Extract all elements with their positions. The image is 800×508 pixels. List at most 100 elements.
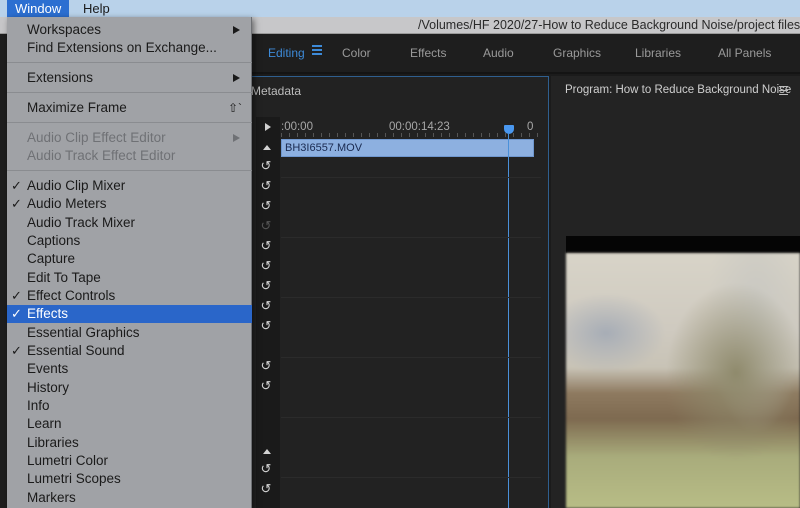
ruler-ticks: [281, 133, 541, 137]
menu-item-effects[interactable]: ✓ Effects: [7, 305, 252, 323]
clip-name: BH3I6557.MOV: [285, 142, 363, 154]
workspace-tab-editing[interactable]: Editing: [268, 46, 305, 60]
program-monitor: Program: How to Reduce Background Noise: [551, 76, 800, 508]
checkmark-icon: ✓: [11, 306, 22, 321]
reset-icon[interactable]: ↺: [259, 199, 273, 213]
reset-icon[interactable]: ↺: [259, 159, 273, 173]
menu-item-extensions[interactable]: Extensions: [7, 69, 252, 87]
menu-item-label: Lumetri Scopes: [27, 471, 121, 486]
menu-item-capture[interactable]: Capture: [7, 250, 252, 268]
menu-item-label: Effects: [27, 306, 69, 321]
menu-item-history[interactable]: History: [7, 379, 252, 397]
timeline-panel: Metadata :00:00 00:00:14:23 0 BH3I6557.M…: [250, 76, 549, 508]
reset-icon[interactable]: ↺: [259, 239, 273, 253]
collapse-triangle-icon[interactable]: [263, 449, 271, 454]
menu-item-maximize-frame[interactable]: Maximize Frame ⇧`: [7, 99, 252, 117]
menu-item-effect-controls[interactable]: ✓ Effect Controls: [7, 287, 252, 305]
menu-item-label: Info: [27, 398, 50, 413]
program-monitor-title[interactable]: Program: How to Reduce Background Noise: [565, 84, 791, 96]
reset-icon[interactable]: ↺: [259, 299, 273, 313]
menu-item-label: Captions: [27, 233, 81, 248]
menu-item-label: Audio Clip Effect Editor: [27, 130, 166, 145]
workspace-tab-color[interactable]: Color: [342, 46, 371, 60]
track-divider: [281, 477, 541, 478]
track-divider: [281, 177, 541, 178]
track-divider: [281, 417, 541, 418]
track-divider: [281, 357, 541, 358]
submenu-arrow-icon: [233, 134, 240, 142]
menu-separator: [7, 62, 252, 63]
menu-item-essential-graphics[interactable]: Essential Graphics: [7, 324, 252, 342]
collapse-triangle-icon[interactable]: [263, 145, 271, 150]
menu-item-label: Extensions: [27, 70, 94, 85]
hamburger-icon[interactable]: [312, 45, 322, 55]
workspace-tab-graphics[interactable]: Graphics: [553, 46, 601, 60]
menu-shortcut: ⇧`: [227, 101, 242, 115]
menu-item-label: History: [27, 380, 70, 395]
menu-item-label: Workspaces: [27, 22, 102, 37]
workspace-tab-effects[interactable]: Effects: [410, 46, 446, 60]
menu-separator: [7, 122, 252, 123]
reset-icon[interactable]: ↺: [259, 462, 273, 476]
workspace-tab-all-panels[interactable]: All Panels: [718, 46, 771, 60]
menu-item-label: Audio Meters: [27, 196, 107, 211]
menu-item-label: Events: [27, 361, 69, 376]
premiere-window: Window Help /Volumes/HF 2020/27-How to R…: [0, 0, 800, 508]
timecode-start: :00:00: [281, 121, 313, 133]
menu-item-label: Markers: [27, 490, 76, 505]
menu-item-lumetri-color[interactable]: Lumetri Color: [7, 452, 252, 470]
play-arrow-icon[interactable]: [265, 123, 271, 131]
reset-icon[interactable]: ↺: [259, 359, 273, 373]
checkmark-icon: ✓: [11, 196, 22, 211]
menu-item-learn[interactable]: Learn: [7, 415, 252, 433]
menu-item-libraries[interactable]: Libraries: [7, 434, 252, 452]
submenu-arrow-icon: [233, 26, 240, 34]
menu-item-label: Audio Clip Mixer: [27, 178, 126, 193]
timeline-clip[interactable]: BH3I6557.MOV: [281, 139, 534, 157]
menu-item-label: Capture: [27, 251, 76, 266]
hamburger-icon[interactable]: [779, 86, 788, 98]
menu-item-markers[interactable]: Markers: [7, 489, 252, 507]
reset-icon[interactable]: ↺: [259, 379, 273, 393]
menu-item-label: Maximize Frame: [27, 100, 127, 115]
workspace-tab-libraries[interactable]: Libraries: [635, 46, 681, 60]
menu-help[interactable]: Help: [75, 0, 118, 17]
submenu-arrow-icon: [233, 74, 240, 82]
menu-item-label: Audio Track Mixer: [27, 215, 136, 230]
menu-item-captions[interactable]: Captions: [7, 232, 252, 250]
panel-tab-metadata[interactable]: Metadata: [251, 84, 301, 98]
menu-item-label: Edit To Tape: [27, 270, 101, 285]
menu-item-label: Audio Track Effect Editor: [27, 148, 176, 163]
menu-item-audio-clip-mixer[interactable]: ✓ Audio Clip Mixer: [7, 177, 252, 195]
window-menu-dropdown: Workspaces Find Extensions on Exchange..…: [7, 17, 252, 508]
menu-item-audio-meters[interactable]: ✓ Audio Meters: [7, 195, 252, 213]
video-frame: [566, 253, 800, 508]
workspace-tab-audio[interactable]: Audio: [483, 46, 514, 60]
reset-icon[interactable]: ↺: [259, 319, 273, 333]
menu-item-events[interactable]: Events: [7, 360, 252, 378]
menu-item-audio-track-mixer[interactable]: Audio Track Mixer: [7, 214, 252, 232]
menu-item-label: Essential Sound: [27, 343, 125, 358]
reset-icon[interactable]: ↺: [259, 482, 273, 496]
reset-icon[interactable]: ↺: [259, 259, 273, 273]
menu-item-info[interactable]: Info: [7, 397, 252, 415]
menu-bar: Window Help: [0, 0, 800, 17]
reset-icon[interactable]: ↺: [259, 179, 273, 193]
menu-item-find-extensions[interactable]: Find Extensions on Exchange...: [7, 39, 252, 57]
checkmark-icon: ✓: [11, 343, 22, 358]
menu-item-label: Libraries: [27, 435, 79, 450]
menu-item-lumetri-scopes[interactable]: Lumetri Scopes: [7, 470, 252, 488]
time-ruler[interactable]: :00:00 00:00:14:23 0: [281, 117, 541, 137]
timecode-end: 0: [527, 121, 534, 133]
menu-item-edit-to-tape[interactable]: Edit To Tape: [7, 269, 252, 287]
menu-item-label: Find Extensions on Exchange...: [27, 40, 217, 55]
menu-item-essential-sound[interactable]: ✓ Essential Sound: [7, 342, 252, 360]
track-divider: [281, 237, 541, 238]
menu-item-workspaces[interactable]: Workspaces: [7, 21, 252, 39]
reset-icon: ↺: [260, 218, 272, 233]
menu-item-label: Learn: [27, 416, 62, 431]
menu-item-audio-track-effect-editor: Audio Track Effect Editor: [7, 147, 252, 165]
reset-icon[interactable]: ↺: [259, 279, 273, 293]
menu-window[interactable]: Window: [7, 0, 70, 17]
letterbox-bar: [566, 236, 800, 253]
